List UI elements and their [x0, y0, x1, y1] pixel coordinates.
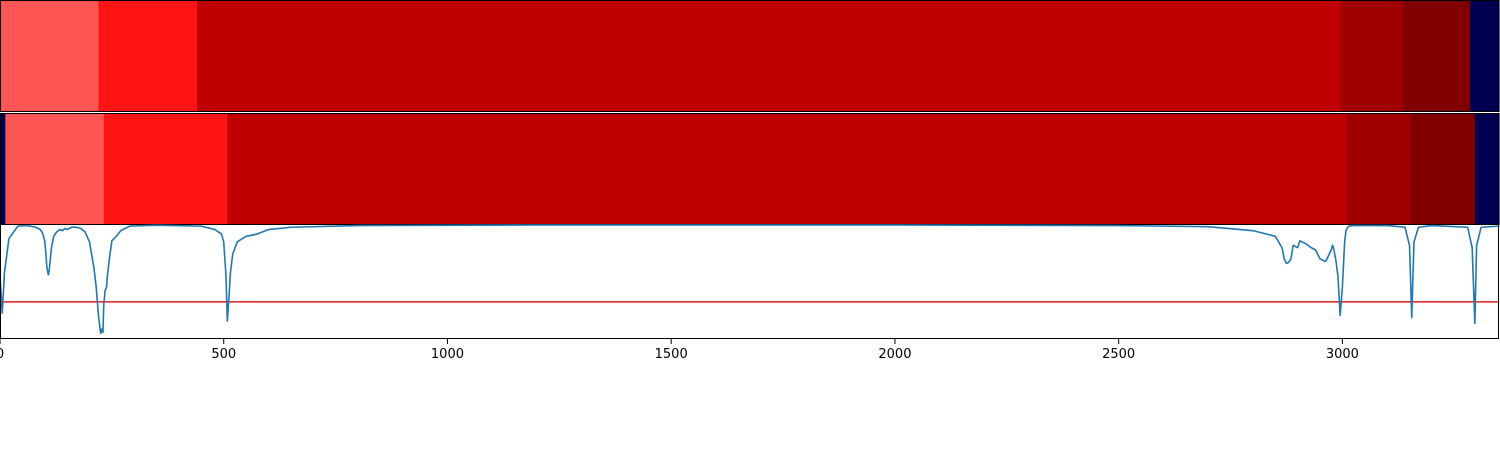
- chart-svg: 0 500 1000 1500 2000 2500 3000: [0, 0, 1500, 450]
- band-1-segment-4: [1340, 0, 1404, 112]
- band-2-segment-6: [1410, 113, 1476, 225]
- band-2-segment-3: [103, 113, 228, 225]
- x-tick-label-0: 0: [0, 347, 4, 362]
- x-tick-label-2500: 2500: [1102, 347, 1135, 362]
- x-tick-label-1500: 1500: [655, 347, 688, 362]
- band-2-segment-7: [1474, 113, 1500, 225]
- band-1-segment-5: [1402, 0, 1471, 112]
- band-1-segment-1: [0, 0, 100, 112]
- x-tick-label-1000: 1000: [431, 347, 464, 362]
- band-2-segment-2: [5, 113, 105, 225]
- x-tick-label-500: 500: [211, 347, 236, 362]
- chart-figure: 0 500 1000 1500 2000 2500 3000: [0, 0, 1500, 450]
- band-2-segment-4: [227, 113, 1348, 225]
- band-1-segment-3: [196, 0, 1341, 112]
- band-1-segment-2: [98, 0, 198, 112]
- color-band-2: [0, 113, 1500, 225]
- x-tick-label-3000: 3000: [1326, 347, 1359, 362]
- band-1-segment-6: [1469, 0, 1500, 112]
- x-tick-label-2000: 2000: [878, 347, 911, 362]
- band-2-segment-5: [1346, 113, 1412, 225]
- color-band-1: [0, 0, 1500, 112]
